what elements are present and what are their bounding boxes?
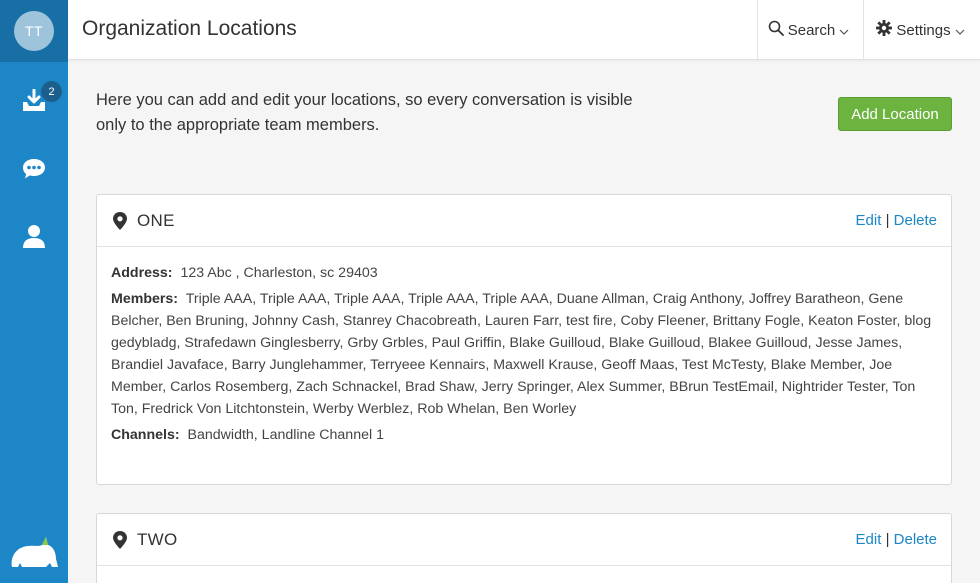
- nav-contacts[interactable]: [0, 208, 68, 268]
- intro-text: Here you can add and edit your locations…: [96, 91, 633, 134]
- edit-link[interactable]: Edit: [856, 531, 882, 548]
- location-name: ONE: [137, 211, 175, 230]
- delete-link[interactable]: Delete: [894, 212, 937, 229]
- gear-icon: [876, 20, 896, 40]
- search-label: Search: [787, 21, 836, 39]
- sidebar: TT 2: [0, 0, 68, 583]
- location-card-header: TWO Edit | Delete: [97, 514, 951, 566]
- settings-label: Settings: [896, 21, 951, 39]
- nav-inbox[interactable]: 2: [0, 73, 68, 133]
- location-card-header: ONE Edit | Delete: [97, 195, 951, 247]
- map-pin-icon: [113, 212, 127, 235]
- channels-label: Channels:: [111, 427, 180, 443]
- location-name: TWO: [137, 530, 178, 549]
- chevron-down-icon: [839, 22, 853, 39]
- avatar-area: TT: [0, 0, 68, 62]
- avatar[interactable]: TT: [14, 11, 54, 51]
- location-actions: Edit | Delete: [856, 212, 937, 229]
- address-row: Address: 123 Abc , Charleston, sc 29403: [111, 262, 937, 284]
- members-row: Members: Triple AAA, Triple AAA, Triple …: [111, 288, 937, 420]
- user-icon: [22, 223, 46, 254]
- top-header: Organization Locations Search Settings: [68, 0, 980, 60]
- action-separator: |: [885, 212, 890, 229]
- search-menu[interactable]: Search: [757, 0, 864, 60]
- chat-bubble-icon: [21, 157, 47, 186]
- add-location-button[interactable]: Add Location: [838, 97, 952, 131]
- delete-link[interactable]: Delete: [894, 531, 937, 548]
- address-label: Address:: [111, 265, 173, 281]
- page-title: Organization Locations: [82, 17, 297, 40]
- inbox-badge: 2: [41, 81, 62, 102]
- address-value: 123 Abc , Charleston, sc 29403: [180, 265, 378, 281]
- location-card: ONE Edit | Delete Address: 123 Abc , Cha…: [96, 194, 952, 485]
- members-value: Triple AAA, Triple AAA, Triple AAA, Trip…: [111, 291, 932, 417]
- action-separator: |: [885, 531, 890, 548]
- chevron-down-icon: [955, 22, 969, 39]
- location-details: Address: 123 Abc , Charleston, sc 29403 …: [97, 247, 951, 446]
- location-card: TWO Edit | Delete: [96, 513, 952, 583]
- channels-value: Bandwidth, Landline Channel 1: [187, 427, 384, 443]
- map-pin-icon: [113, 531, 127, 554]
- rhinogram-logo: [8, 533, 60, 575]
- edit-link[interactable]: Edit: [856, 212, 882, 229]
- search-icon: [768, 20, 788, 40]
- settings-menu[interactable]: Settings: [865, 0, 980, 60]
- members-label: Members:: [111, 291, 179, 307]
- channels-row: Channels: Bandwidth, Landline Channel 1: [111, 424, 937, 446]
- nav-conversations[interactable]: [0, 141, 68, 201]
- location-actions: Edit | Delete: [856, 531, 937, 548]
